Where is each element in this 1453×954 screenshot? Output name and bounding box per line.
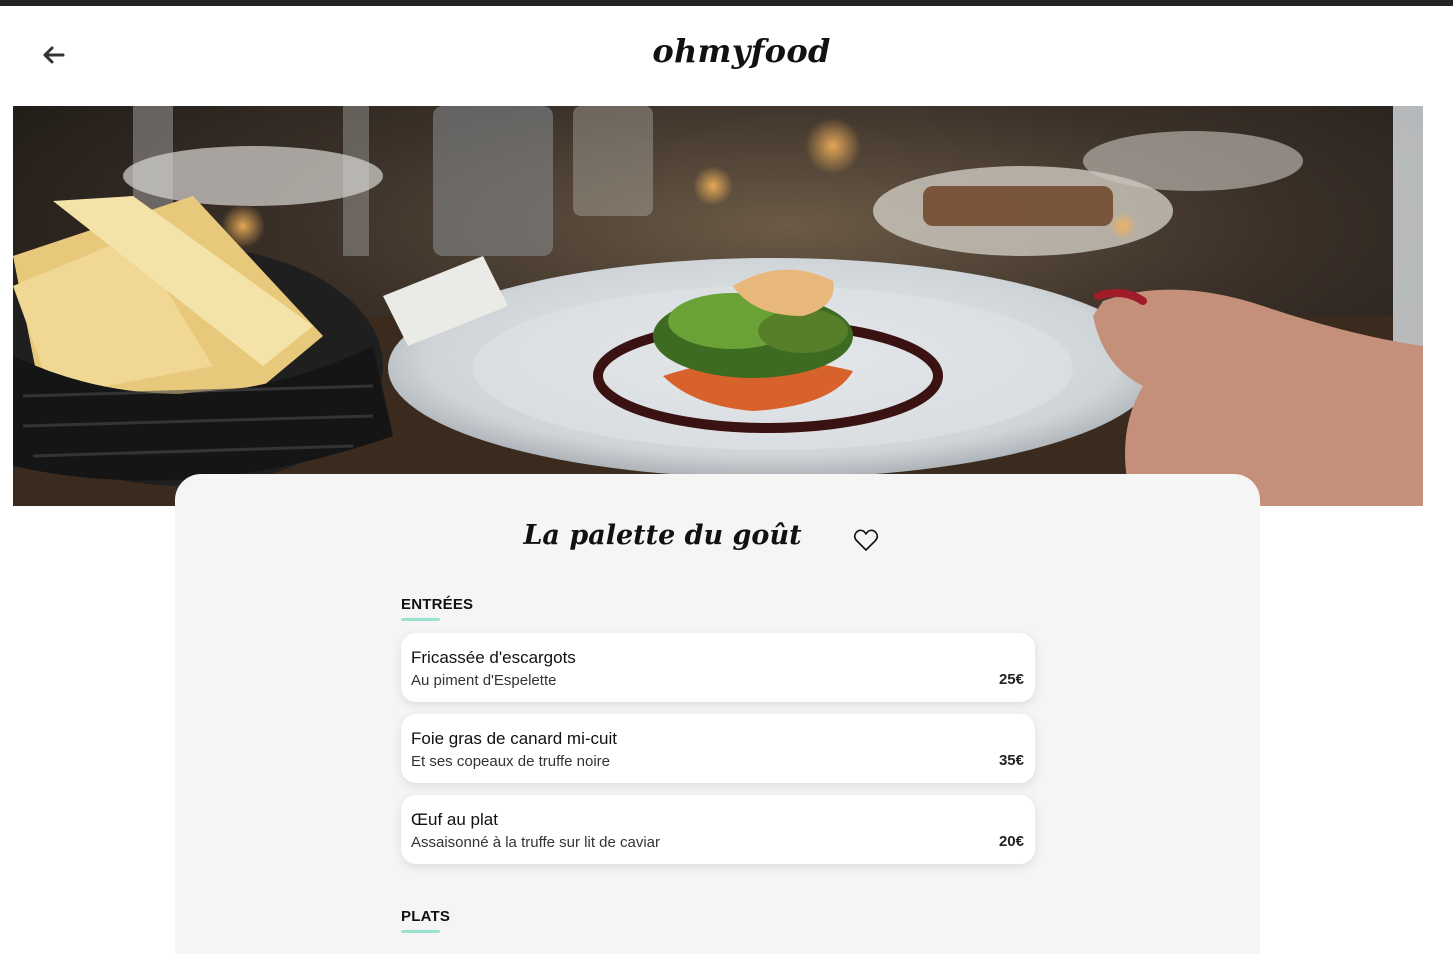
favorite-button[interactable] — [852, 526, 880, 554]
section-underline — [401, 618, 440, 621]
dish-price: 35€ — [998, 752, 1024, 769]
hero-image — [13, 106, 1423, 506]
dish-card[interactable]: Foie gras de canard mi-cuit Et ses copea… — [401, 714, 1035, 783]
dish-description: Et ses copeaux de truffe noire — [411, 753, 611, 770]
section-underline — [401, 930, 440, 933]
dish-card[interactable]: Fricassée d'escargots Au piment d'Espele… — [401, 633, 1035, 702]
restaurant-card: La palette du goût ENTRÉES Fricassée d'e… — [175, 474, 1260, 954]
restaurant-title: La palette du goût — [523, 520, 802, 551]
restaurant-title-row: La palette du goût — [175, 518, 1260, 558]
section-title: ENTRÉES — [401, 596, 474, 613]
section-title: PLATS — [401, 908, 451, 925]
dish-name: Œuf au plat — [411, 810, 498, 829]
menu-section-plats: PLATS — [401, 908, 1035, 933]
dish-description: Assaisonné à la truffe sur lit de caviar — [411, 834, 661, 851]
menu-section-entrees: ENTRÉES Fricassée d'escargots Au piment … — [401, 596, 1035, 864]
app-logo[interactable]: ohmyfood — [0, 32, 1453, 70]
hero-photo — [13, 106, 1423, 506]
dish-price: 20€ — [998, 833, 1024, 850]
dish-name: Foie gras de canard mi-cuit — [411, 729, 617, 748]
dish-price: 25€ — [998, 671, 1024, 688]
dish-card[interactable]: Œuf au plat Assaisonné à la truffe sur l… — [401, 795, 1035, 864]
dish-name: Fricassée d'escargots — [411, 648, 576, 667]
dish-description: Au piment d'Espelette — [411, 672, 557, 689]
heart-outline-icon — [853, 529, 879, 551]
app-header: ohmyfood — [0, 6, 1453, 106]
